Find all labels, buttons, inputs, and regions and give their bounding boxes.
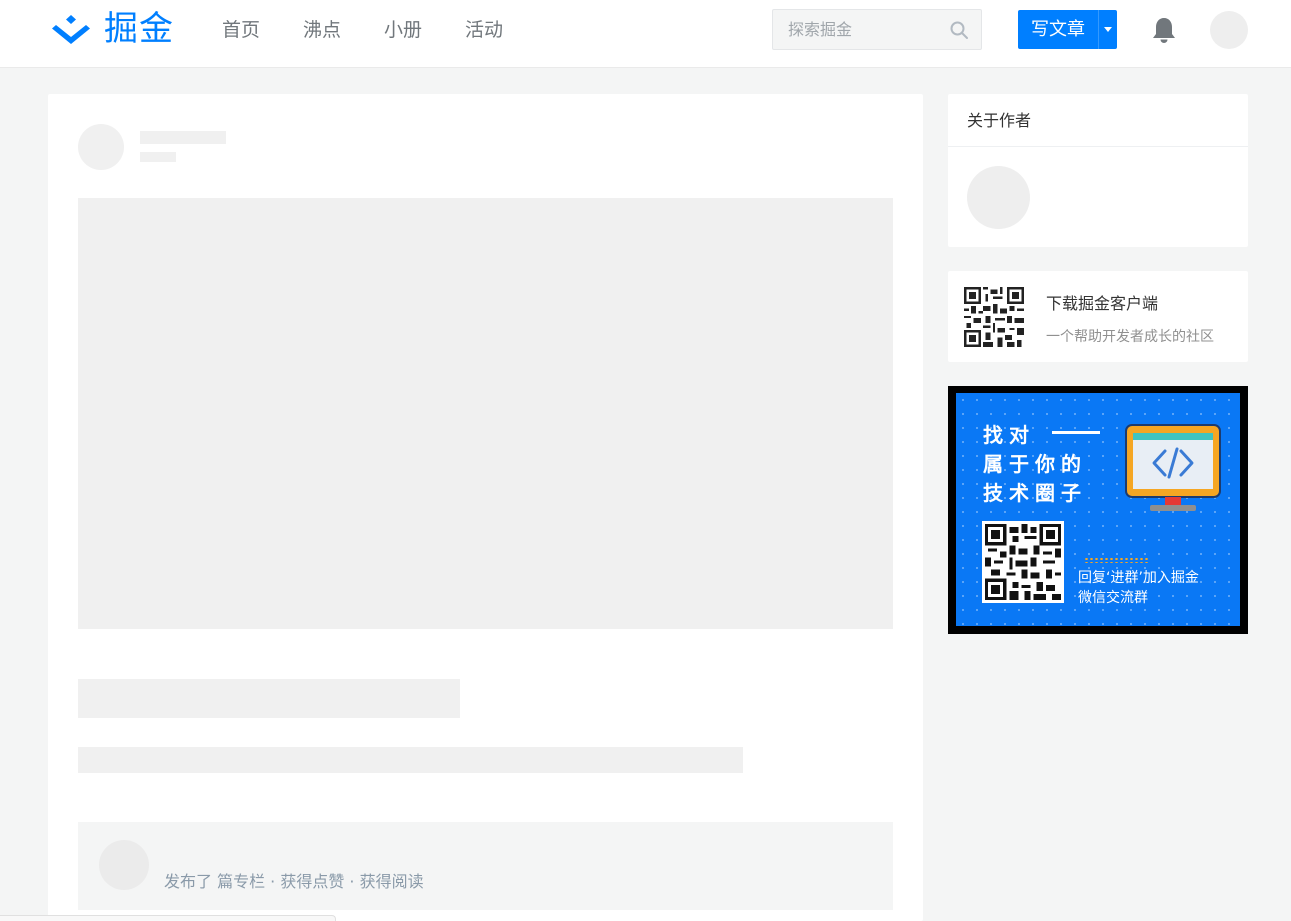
- logo-text: 掘金: [104, 9, 174, 49]
- search-box: [772, 9, 982, 50]
- banner-line-1: 找对: [983, 423, 1035, 447]
- juejin-logo-icon: [52, 15, 90, 44]
- banner-reply-line-2: 微信交流群: [1078, 590, 1148, 606]
- skeleton-author-meta: [140, 152, 176, 162]
- qr-code-icon: [964, 287, 1024, 347]
- download-subtitle: 一个帮助开发者成长的社区: [1046, 329, 1214, 345]
- about-author-title: 关于作者: [948, 94, 1248, 147]
- skeleton-article-line: [78, 747, 743, 773]
- download-app-panel[interactable]: 下载掘金客户端 一个帮助开发者成长的社区: [948, 271, 1248, 362]
- banner-content: 找对 属于你的 技术圈子 回复‘进群’加入掘金 微信交流群: [956, 393, 1240, 626]
- banner-dots: [1084, 557, 1150, 563]
- skeleton-author-name: [140, 131, 226, 144]
- caret-down-icon: [1104, 27, 1112, 32]
- wechat-group-banner[interactable]: 找对 属于你的 技术圈子 回复‘进群’加入掘金 微信交流群: [948, 386, 1248, 634]
- qr-code-icon: [985, 524, 1061, 600]
- bottom-toolbar-edge: [0, 915, 336, 921]
- juejin-logo[interactable]: 掘金: [48, 8, 174, 50]
- nav-item-events[interactable]: 活动: [465, 0, 503, 60]
- wechat-qr-code: [982, 521, 1064, 603]
- skeleton-article-title: [78, 679, 460, 718]
- user-avatar[interactable]: [1210, 11, 1248, 49]
- search-icon[interactable]: [949, 20, 969, 40]
- banner-dash: [1052, 431, 1100, 434]
- write-dropdown-button[interactable]: [1098, 10, 1117, 49]
- author-stats: 发布了 篇专栏 · 获得点赞 · 获得阅读: [164, 872, 424, 891]
- search-input[interactable]: [773, 10, 943, 49]
- top-header: 掘金 首页 沸点 小册 活动 写文章: [0, 0, 1291, 68]
- write-article-label: 写文章: [1031, 19, 1085, 40]
- banner-line-2: 属于你的: [983, 452, 1087, 476]
- banner-reply-line-1: 回复‘进群’加入掘金: [1078, 570, 1199, 586]
- download-title: 下载掘金客户端: [1046, 294, 1159, 313]
- author-info-box: 发布了 篇专栏 · 获得点赞 · 获得阅读: [78, 822, 893, 910]
- skeleton-author-avatar: [78, 124, 124, 170]
- article-card: 发布了 篇专栏 · 获得点赞 · 获得阅读: [48, 94, 923, 921]
- nav-item-home[interactable]: 首页: [222, 0, 260, 60]
- bell-icon[interactable]: [1151, 16, 1177, 44]
- nav-item-pins[interactable]: 沸点: [303, 0, 341, 60]
- about-author-panel: 关于作者: [948, 94, 1248, 247]
- sidebar-author-avatar[interactable]: [967, 166, 1030, 229]
- write-article-button[interactable]: 写文章: [1018, 10, 1117, 49]
- author-avatar[interactable]: [99, 840, 149, 890]
- main-nav: 首页 沸点 小册 活动: [222, 0, 546, 60]
- monitor-code-icon: [1125, 424, 1221, 511]
- banner-line-3: 技术圈子: [983, 481, 1087, 505]
- skeleton-cover-image: [78, 198, 893, 629]
- nav-item-books[interactable]: 小册: [384, 0, 422, 60]
